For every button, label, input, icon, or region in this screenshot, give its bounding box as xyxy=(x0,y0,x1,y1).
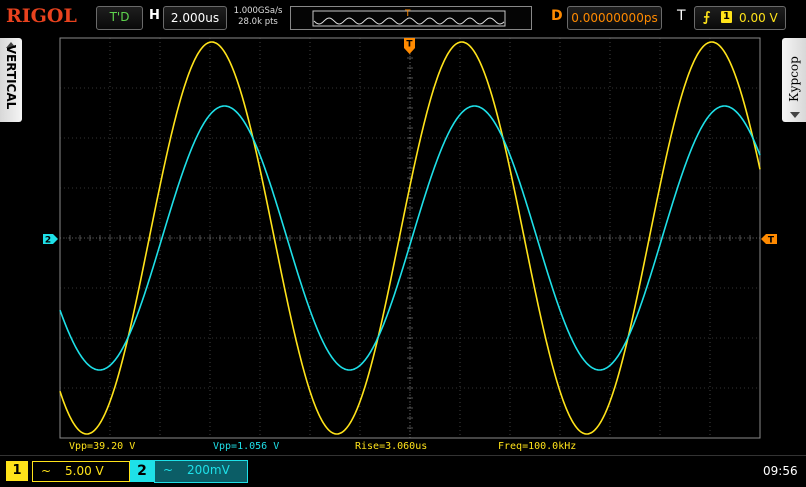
channel-status-bar: 1 ~ 5.00 V 2 ~ 200mV 09:56 xyxy=(0,455,806,487)
ch1-tag[interactable]: 1 xyxy=(6,461,28,481)
ch2-coupling-icon: ~ xyxy=(163,463,174,477)
ch2-settings[interactable]: ~ 200mV xyxy=(154,460,248,483)
vertical-menu-tab[interactable]: VERTICAL xyxy=(0,38,22,122)
trigger-level-label: T xyxy=(768,236,775,246)
clock: 09:56 xyxy=(763,464,798,478)
rise-measurement: Rise=3.060us xyxy=(355,441,428,452)
ch2-vpp-measurement: Vpp=1.056 V xyxy=(213,441,280,452)
ch2-scale: 200mV xyxy=(187,463,230,477)
trigger-position-marker[interactable]: T xyxy=(404,38,415,54)
cursor-menu-tab[interactable]: Курсор xyxy=(782,38,806,122)
freq-measurement: Freq=100.0kHz xyxy=(498,441,577,452)
ch2-ground-label: 2 xyxy=(45,236,51,246)
trigger-position-label: T xyxy=(406,40,413,50)
ch1-settings[interactable]: ~ 5.00 V xyxy=(32,461,130,482)
ch2-tag[interactable]: 2 xyxy=(130,460,154,482)
waveform-display: T 2 T xyxy=(43,37,777,439)
ch2-ground-marker[interactable]: 2 xyxy=(43,234,58,246)
expand-arrow-icon xyxy=(790,112,800,118)
trigger-level-marker[interactable]: T xyxy=(761,234,777,246)
ch1-coupling-icon: ~ xyxy=(41,464,52,478)
ch1-scale: 5.00 V xyxy=(65,464,104,478)
cursor-menu-label: Курсор xyxy=(787,56,801,102)
ch1-vpp-measurement: Vpp=39.20 V xyxy=(69,441,136,452)
vertical-menu-label: VERTICAL xyxy=(4,44,18,110)
graticule xyxy=(59,37,761,439)
